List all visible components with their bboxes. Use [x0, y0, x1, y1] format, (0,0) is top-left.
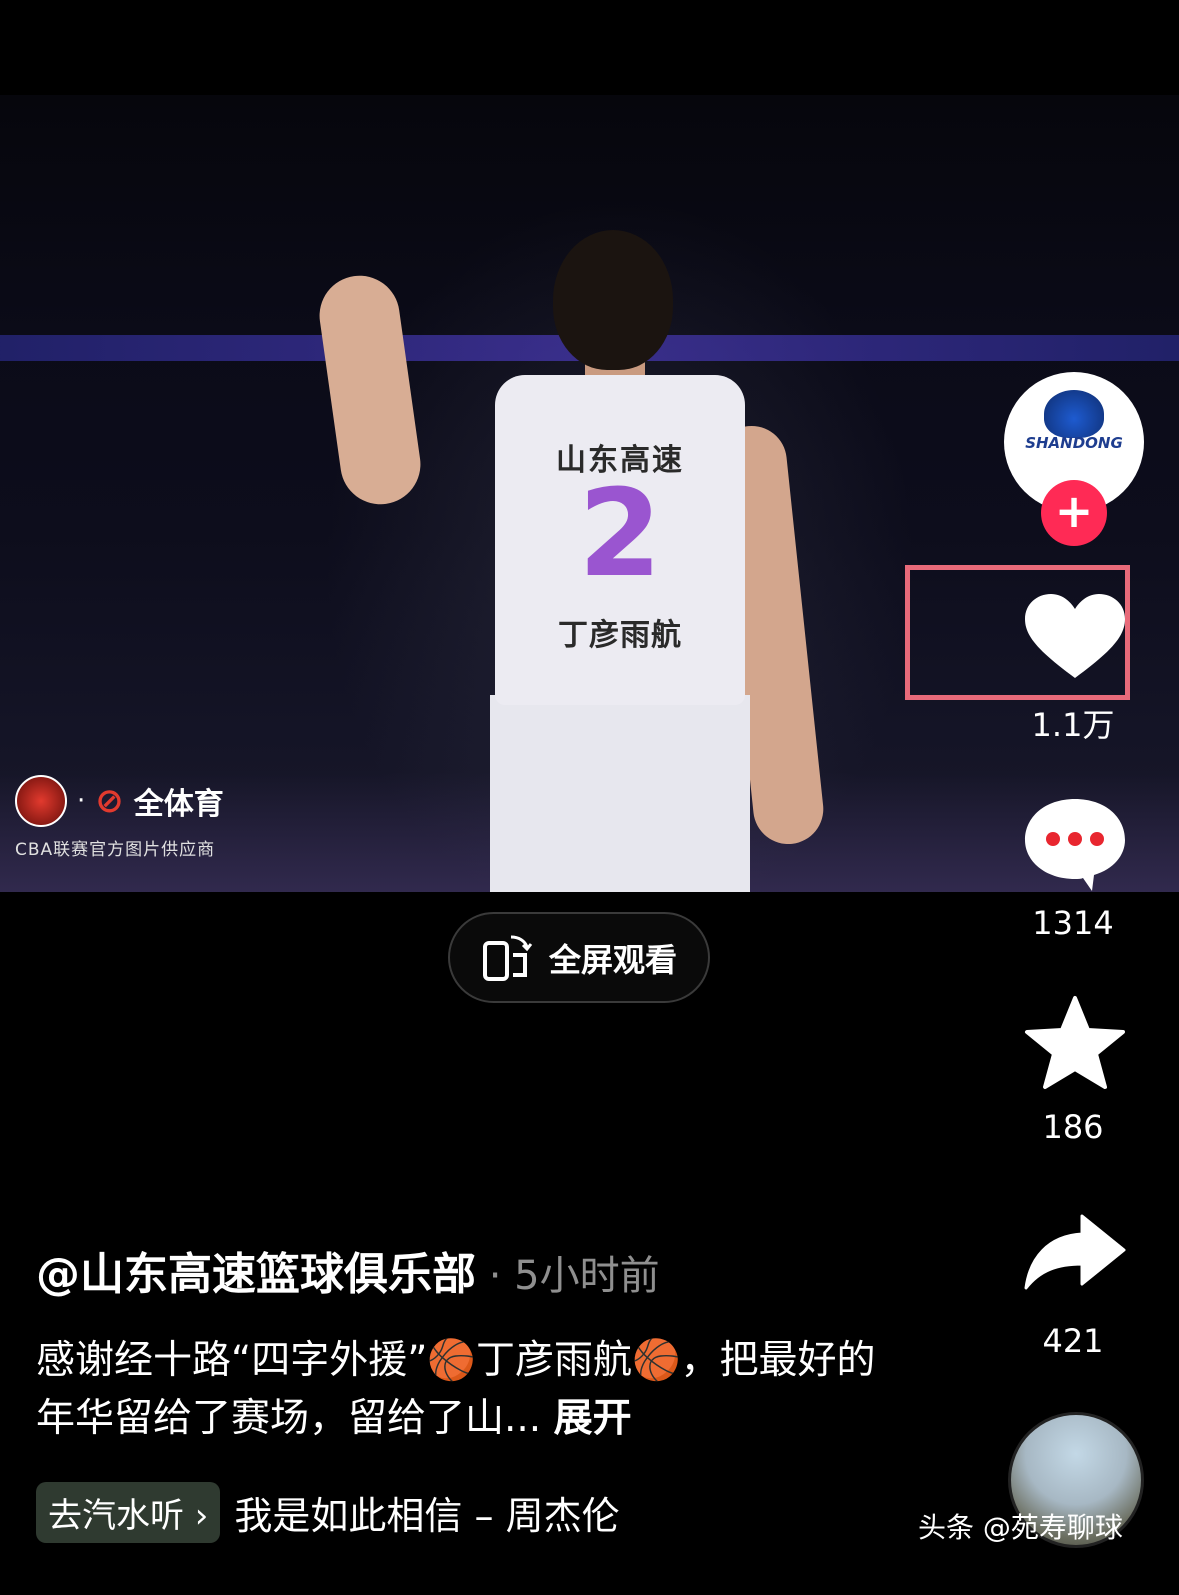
description-text: 感谢经十路“四字外援”🏀丁彦雨航🏀，把最好的年华留给了赛场，留给了山... — [36, 1338, 876, 1441]
player-arm-left — [314, 270, 426, 510]
follow-button[interactable]: + — [1041, 480, 1107, 546]
watermark-supplier: CBA联赛官方图片供应商 — [15, 840, 216, 860]
dragon-logo-icon — [1044, 390, 1104, 438]
star-icon[interactable] — [1020, 995, 1130, 1090]
video-frame[interactable]: 山东高速 2 丁彦雨航 · ⊘ 全体育 CBA联赛官方图片供应商 — [0, 95, 1179, 892]
photo-watermark: · ⊘ 全体育 CBA联赛官方图片供应商 — [15, 775, 224, 860]
like-count: 1.1万 — [1031, 706, 1115, 744]
comment-icon[interactable] — [1020, 795, 1130, 895]
post-author-line: @山东高速篮球俱乐部 · 5小时前 — [36, 1238, 660, 1302]
share-icon[interactable] — [1020, 1212, 1130, 1292]
separator: · — [476, 1253, 515, 1299]
jersey-player-name: 丁彦雨航 — [558, 618, 682, 653]
heart-icon[interactable] — [1020, 592, 1130, 682]
post-description: 感谢经十路“四字外援”🏀丁彦雨航🏀，把最好的年华留给了赛场，留给了山... 展开 — [36, 1332, 896, 1448]
open-music-button[interactable]: 去汽水听 › — [36, 1482, 221, 1543]
post-time: 5小时前 — [514, 1253, 660, 1299]
jersey-number: 2 — [578, 465, 662, 604]
favorite-count: 186 — [1042, 1108, 1104, 1146]
source-watermark: 头条 @苑寿聊球 — [918, 1511, 1123, 1544]
comment-count: 1314 — [1032, 904, 1114, 942]
fullscreen-label: 全屏观看 — [548, 940, 677, 979]
avatar-logo-text: SHANDONG — [1025, 434, 1123, 452]
share-count: 421 — [1042, 1322, 1104, 1360]
brand-mark-icon: ⊘ — [95, 781, 124, 821]
player-shorts — [490, 695, 750, 892]
music-row: 去汽水听 › 我是如此相信 – 周杰伦 — [36, 1482, 620, 1543]
cba-logo-icon — [15, 775, 67, 827]
music-title[interactable]: 我是如此相信 – 周杰伦 — [234, 1485, 619, 1540]
expand-link[interactable]: 展开 — [554, 1396, 632, 1441]
fullscreen-button[interactable]: 全屏观看 — [448, 912, 710, 1003]
rotate-screen-icon — [482, 935, 533, 981]
author-name[interactable]: @山东高速篮球俱乐部 — [36, 1249, 476, 1300]
player-head — [553, 230, 673, 370]
watermark-brand: 全体育 — [133, 787, 224, 822]
